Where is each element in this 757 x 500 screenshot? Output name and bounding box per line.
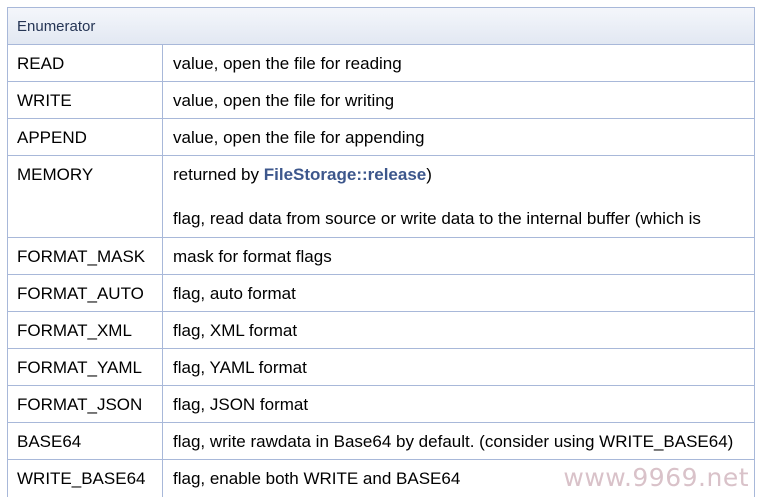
table-row: MEMORY returned by FileStorage::release)… (8, 156, 754, 238)
enum-desc-memory: returned by FileStorage::release) flag, … (163, 156, 754, 237)
enum-name-format-yaml: FORMAT_YAML (8, 349, 163, 385)
enum-name-base64: BASE64 (8, 423, 163, 459)
enum-name-write-base64: WRITE_BASE64 (8, 460, 163, 497)
table-row: WRITE value, open the file for writing (8, 82, 754, 119)
table-row: FORMAT_XML flag, XML format (8, 312, 754, 349)
filestorage-release-link[interactable]: FileStorage::release (264, 165, 427, 184)
memory-desc-prefix: returned by (173, 165, 264, 184)
table-row: FORMAT_JSON flag, JSON format (8, 386, 754, 423)
table-row: FORMAT_MASK mask for format flags (8, 238, 754, 275)
enum-desc-format-auto: flag, auto format (173, 284, 296, 303)
enum-desc-write: value, open the file for writing (173, 91, 395, 110)
enum-desc-base64: flag, write rawdata in Base64 by default… (173, 432, 734, 451)
enum-name-write: WRITE (8, 82, 163, 118)
enum-desc-append: value, open the file for appending (173, 128, 425, 147)
table-row: APPEND value, open the file for appendin… (8, 119, 754, 156)
enum-name-format-auto: FORMAT_AUTO (8, 275, 163, 311)
enum-name-read: READ (8, 45, 163, 81)
table-row: READ value, open the file for reading (8, 45, 754, 82)
enum-name-memory: MEMORY (8, 156, 163, 237)
enum-desc-format-mask: mask for format flags (173, 247, 332, 266)
enum-desc-format-xml: flag, XML format (173, 321, 298, 340)
memory-desc-line2: flag, read data from source or write dat… (173, 209, 701, 228)
enum-desc-format-json: flag, JSON format (173, 395, 309, 414)
enum-name-append: APPEND (8, 119, 163, 155)
enum-name-format-mask: FORMAT_MASK (8, 238, 163, 274)
table-row: FORMAT_YAML flag, YAML format (8, 349, 754, 386)
table-row: WRITE_BASE64 flag, enable both WRITE and… (8, 460, 754, 497)
enum-desc-read: value, open the file for reading (173, 54, 402, 73)
table-header: Enumerator (8, 8, 754, 45)
memory-desc-suffix: ) (426, 165, 432, 184)
enum-desc-format-yaml: flag, YAML format (173, 358, 307, 377)
enum-name-format-xml: FORMAT_XML (8, 312, 163, 348)
enum-desc-write-base64: flag, enable both WRITE and BASE64 (173, 469, 461, 488)
enum-name-format-json: FORMAT_JSON (8, 386, 163, 422)
table-row: FORMAT_AUTO flag, auto format (8, 275, 754, 312)
memory-desc-line1: returned by FileStorage::release) (173, 165, 754, 185)
table-row: BASE64 flag, write rawdata in Base64 by … (8, 423, 754, 460)
enumerator-table: Enumerator READ value, open the file for… (7, 7, 755, 497)
